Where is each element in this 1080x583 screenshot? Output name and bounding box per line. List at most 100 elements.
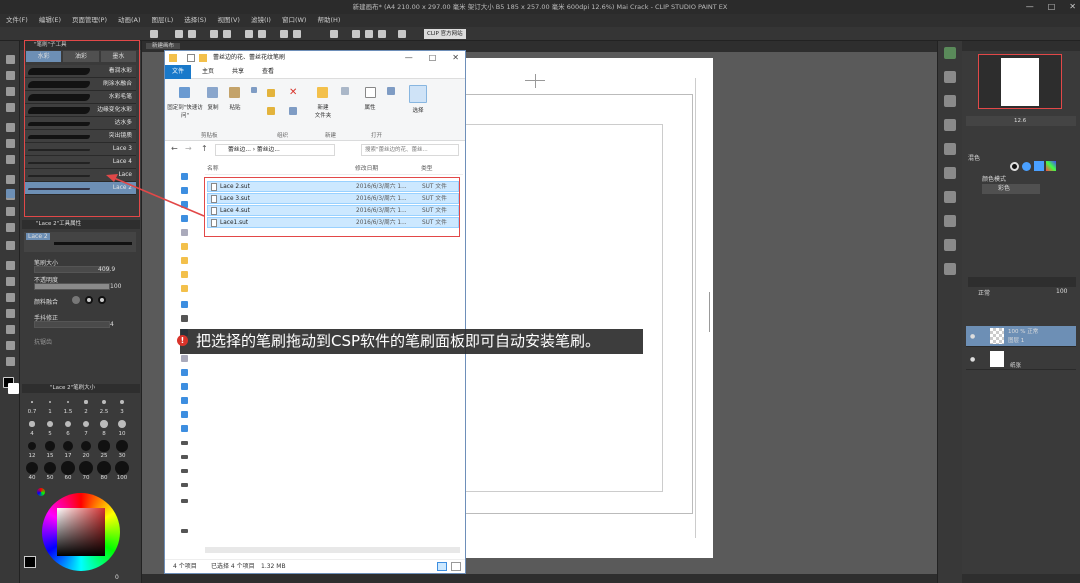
fill-tool-icon[interactable] (6, 277, 15, 286)
color-main-swatch[interactable] (24, 556, 36, 568)
brush-size-option[interactable] (48, 400, 52, 404)
horizontal-scrollbar[interactable] (205, 547, 460, 553)
move-layer-icon[interactable] (6, 103, 15, 112)
search-input[interactable]: 搜索"蕾丝边的花、蕾丝... (361, 144, 459, 156)
info-panel-icon[interactable] (944, 263, 956, 275)
move-to-icon[interactable] (267, 89, 275, 97)
operation-tool-icon[interactable] (6, 87, 15, 96)
downloads-icon[interactable] (181, 397, 188, 404)
delete-icon[interactable]: ✕ (289, 88, 297, 98)
move-tool-icon[interactable] (6, 71, 15, 80)
pen-icon[interactable] (378, 30, 386, 38)
drive-icon[interactable] (181, 499, 188, 503)
documents-icon[interactable] (181, 383, 188, 390)
eye-icon[interactable]: ● (970, 356, 975, 363)
col-type[interactable]: 类型 (421, 163, 433, 175)
select-icon[interactable] (409, 85, 427, 103)
blend-option-icon[interactable] (85, 296, 93, 304)
brush-size-option[interactable] (102, 400, 106, 404)
redo-icon[interactable] (223, 30, 231, 38)
layer-property-icon[interactable] (944, 167, 956, 179)
stabilize-slider[interactable] (34, 321, 110, 328)
videos-icon[interactable] (181, 355, 188, 362)
eraser-tool-icon[interactable] (6, 241, 15, 250)
maximize-button[interactable]: □ (1048, 0, 1056, 14)
folder-icon[interactable] (181, 271, 188, 278)
layer-row[interactable]: ● 纸张 (966, 349, 1076, 370)
navigator-icon[interactable] (944, 47, 956, 59)
brush-icon[interactable] (365, 30, 373, 38)
close-button[interactable]: ✕ (1069, 0, 1076, 14)
blend-option-icon[interactable] (72, 296, 80, 304)
menu-animation[interactable]: 动画(A) (118, 14, 141, 27)
sub-view-icon[interactable] (944, 71, 956, 83)
folder-icon[interactable] (181, 243, 188, 250)
selection-tool-icon[interactable] (6, 123, 15, 132)
figure-tool-icon[interactable] (6, 309, 15, 318)
lasso-tool-icon[interactable] (6, 139, 15, 148)
minimize-button[interactable]: — (1026, 0, 1034, 14)
rename-icon[interactable] (289, 107, 297, 115)
frame-tool-icon[interactable] (6, 325, 15, 334)
paste-icon[interactable] (229, 87, 240, 98)
opacity-slider[interactable] (34, 283, 110, 290)
undo-icon[interactable] (210, 30, 218, 38)
back-icon[interactable]: ← (171, 144, 178, 153)
menu-file[interactable]: 文件(F) (6, 14, 28, 27)
menu-edit[interactable]: 编辑(E) (39, 14, 61, 27)
transform-icon[interactable] (330, 30, 338, 38)
layer-blend-mode[interactable]: 正常 (978, 288, 990, 297)
clip-studio-link[interactable]: CLIP 官方网站 (424, 29, 466, 39)
color-mode-icon[interactable] (1046, 161, 1056, 171)
address-bar[interactable]: 蕾丝边... › 蕾丝边... (215, 144, 335, 156)
decoration-tool-icon[interactable] (6, 223, 15, 232)
fill-icon[interactable] (352, 30, 360, 38)
drive-icon[interactable] (181, 483, 188, 487)
menu-filter[interactable]: 滤镜(I) (251, 14, 271, 27)
copy-icon[interactable] (280, 30, 288, 38)
color-square[interactable] (57, 508, 105, 556)
drive-icon[interactable] (181, 315, 188, 322)
3d-icon[interactable] (944, 239, 956, 251)
menu-view[interactable]: 视图(V) (217, 14, 240, 27)
pictures-icon[interactable] (181, 229, 188, 236)
copy-button[interactable]: 复制 (203, 103, 223, 111)
details-view-icon[interactable] (437, 562, 447, 571)
tab-home[interactable]: 主页 (195, 65, 221, 79)
blend-tool-icon[interactable] (6, 261, 15, 270)
drive-icon[interactable] (181, 529, 188, 533)
brush-size-option[interactable] (29, 421, 35, 427)
color-mode-icon[interactable] (1022, 162, 1031, 171)
folder-icon[interactable] (181, 257, 188, 264)
cut-icon[interactable] (258, 30, 266, 38)
menu-window[interactable]: 窗口(W) (282, 14, 307, 27)
animation-icon[interactable] (944, 215, 956, 227)
sub-color-swatch[interactable] (8, 383, 19, 394)
drive-icon[interactable] (181, 441, 188, 445)
drive-icon[interactable] (181, 455, 188, 459)
layer-row[interactable]: ● 100 % 正常 图层 1 (966, 326, 1076, 347)
brush-size-option[interactable] (31, 401, 33, 403)
balloon-tool-icon[interactable] (6, 357, 15, 366)
search-layer-icon[interactable] (944, 191, 956, 203)
blend-option-icon[interactable] (98, 296, 106, 304)
new-folder-button[interactable]: 新建 文件夹 (309, 103, 337, 119)
properties-button[interactable]: 属性 (359, 103, 381, 111)
brush-size-option[interactable] (100, 420, 108, 428)
pictures-icon[interactable] (181, 369, 188, 376)
new-folder-icon[interactable] (317, 87, 328, 98)
zoom-tool-icon[interactable] (6, 55, 15, 64)
brush-size-option[interactable] (97, 461, 111, 475)
paste-button[interactable]: 粘贴 (225, 103, 245, 111)
brush-size-option[interactable] (47, 421, 53, 427)
music-icon[interactable] (181, 411, 188, 418)
color-mode-icon[interactable] (1034, 161, 1044, 171)
select-button[interactable]: 选择 (405, 106, 431, 114)
eyedropper-icon[interactable] (6, 155, 15, 164)
paste-icon[interactable] (293, 30, 301, 38)
open-icon[interactable] (175, 30, 183, 38)
tiles-view-icon[interactable] (451, 562, 461, 571)
brush-size-option[interactable] (117, 419, 127, 429)
material-icon[interactable] (944, 119, 956, 131)
color-wheel-icon[interactable] (37, 488, 45, 496)
